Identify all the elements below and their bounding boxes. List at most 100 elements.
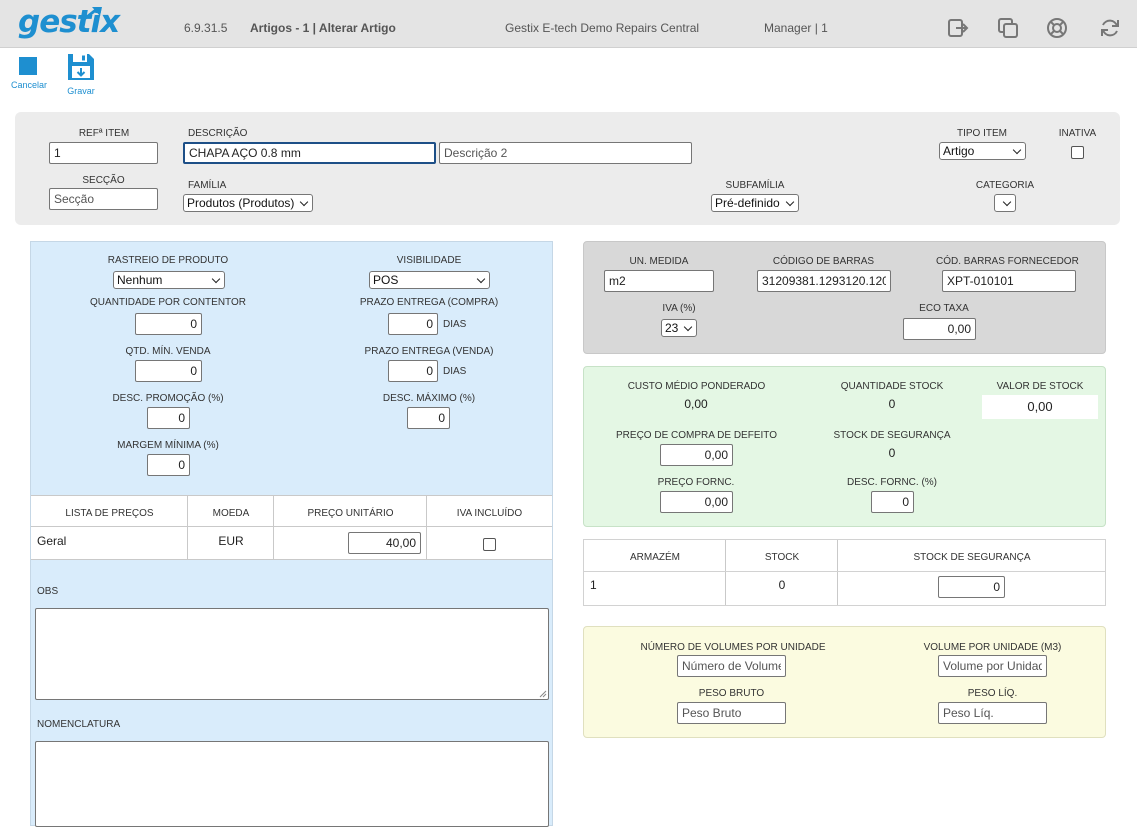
user-label[interactable]: Manager | 1 [764, 21, 828, 35]
help-lifebuoy-icon[interactable] [1046, 17, 1068, 39]
volume-weight-panel: NÚMERO DE VOLUMES POR UNIDADE VOLUME POR… [583, 626, 1106, 738]
visibility-label: VISIBILIDADE [396, 255, 462, 266]
item-type-select[interactable]: Artigo [939, 142, 1026, 160]
net-weight-label: PESO LÍQ. [967, 688, 1018, 699]
qty-container-input[interactable] [135, 313, 202, 335]
max-discount-label: DESC. MÁXIMO (%) [382, 393, 476, 404]
eco-tax-input[interactable] [903, 318, 976, 340]
eco-tax-label: ECO TAXA [919, 303, 969, 314]
category-label: CATEGORIA [975, 180, 1035, 191]
col-warehouse: ARMAZÉM [630, 552, 680, 563]
supplier-price-input[interactable] [660, 491, 733, 513]
safety-stock-label: STOCK DE SEGURANÇA [833, 430, 951, 441]
days-unit: DIAS [443, 319, 467, 330]
save-button[interactable]: Gravar [64, 54, 98, 96]
stock-qty-value: 0 [888, 397, 896, 411]
stock-qty-label: QUANTIDADE STOCK [840, 381, 944, 392]
net-weight-input[interactable] [938, 702, 1047, 724]
description-input[interactable] [183, 142, 436, 164]
supplier-discount-input[interactable] [871, 491, 914, 513]
description2-input[interactable] [439, 142, 692, 164]
volumes-label: NÚMERO DE VOLUMES POR UNIDADE [640, 642, 826, 653]
logout-icon[interactable] [947, 17, 969, 39]
ref-label: REFª ITEM [78, 128, 130, 139]
lead-time-sell-input[interactable] [388, 360, 438, 382]
item-header-form: REFª ITEM DESCRIÇÃO TIPO ITEM Artigo INA… [15, 112, 1120, 225]
barcode-input[interactable] [757, 270, 891, 292]
gross-weight-input[interactable] [677, 702, 786, 724]
promo-discount-input[interactable] [147, 407, 190, 429]
resize-handle-icon[interactable] [538, 689, 547, 698]
min-margin-label: MARGEM MÍNIMA (%) [117, 440, 219, 451]
section-input[interactable] [49, 188, 158, 210]
family-label: FAMÍLIA [188, 180, 227, 191]
warehouse-stock: 0 [778, 578, 786, 592]
product-settings-panel: RASTREIO DE PRODUTO Nenhum VISIBILIDADE … [30, 241, 553, 827]
inactive-checkbox[interactable] [1071, 146, 1084, 159]
section-label: SECÇÃO [82, 175, 125, 186]
col-safety-stock: STOCK DE SEGURANÇA [913, 552, 1031, 563]
save-label: Gravar [67, 86, 95, 96]
price-list-name: Geral [37, 534, 67, 548]
supplier-barcode-input[interactable] [942, 270, 1076, 292]
cancel-button[interactable]: Cancelar [11, 56, 47, 90]
tracking-select[interactable]: Nenhum [113, 271, 225, 289]
min-sale-label: QTD. MÍN. VENDA [125, 346, 211, 357]
lead-time-sell-label: PRAZO ENTREGA (VENDA) [364, 346, 494, 357]
obs-label: OBS [37, 586, 59, 597]
days-unit: DIAS [443, 366, 467, 377]
category-select[interactable] [994, 194, 1016, 212]
description-label: DESCRIÇÃO [188, 128, 248, 139]
refresh-icon[interactable] [1099, 17, 1121, 39]
nomenclature-label: NOMENCLATURA [37, 719, 121, 730]
ref-input[interactable] [49, 142, 158, 164]
supplier-discount-label: DESC. FORNC. (%) [847, 477, 937, 488]
volume-per-unit-input[interactable] [938, 655, 1047, 677]
action-toolbar: Cancelar Gravar [0, 54, 200, 108]
col-price-list: LISTA DE PREÇOS [65, 508, 154, 519]
lead-time-buy-input[interactable] [388, 313, 438, 335]
avg-cost-label: CUSTO MÉDIO PONDERADO [627, 381, 766, 392]
subfamily-select[interactable]: Pré-definido [711, 194, 799, 212]
vat-select[interactable]: 23 [661, 319, 697, 337]
obs-textarea[interactable] [35, 608, 549, 700]
col-unit-price: PREÇO UNITÁRIO [307, 508, 394, 519]
visibility-select[interactable]: POS [369, 271, 490, 289]
price-list-table: LISTA DE PREÇOS MOEDA PREÇO UNITÁRIO IVA… [31, 495, 552, 560]
min-margin-input[interactable] [147, 454, 190, 476]
col-stock: STOCK [764, 552, 800, 563]
tracking-label: RASTREIO DE PRODUTO [107, 255, 229, 266]
lead-time-buy-label: PRAZO ENTREGA (COMPRA) [359, 297, 499, 308]
vat-label: IVA (%) [662, 303, 696, 314]
warehouse-id: 1 [590, 578, 597, 592]
gross-weight-label: PESO BRUTO [698, 688, 765, 699]
stock-value-label: VALOR DE STOCK [996, 381, 1084, 392]
min-sale-input[interactable] [135, 360, 202, 382]
barcode-label: CÓDIGO DE BARRAS [772, 256, 875, 267]
unit-price-input[interactable] [348, 532, 421, 554]
new-window-icon[interactable] [997, 17, 1019, 39]
inactive-label: INATIVA [1058, 128, 1097, 139]
default-price-label: PREÇO DE COMPRA DE DEFEITO [616, 430, 777, 441]
price-currency: EUR [218, 534, 244, 548]
avg-cost-value: 0,00 [684, 397, 708, 411]
default-price-input[interactable] [660, 444, 733, 466]
volume-per-unit-label: VOLUME POR UNIDADE (m3) [923, 642, 1062, 653]
volumes-input[interactable] [677, 655, 786, 677]
logo[interactable]: gestix [18, 4, 120, 40]
stop-icon [19, 57, 37, 75]
vat-included-checkbox[interactable] [483, 538, 496, 551]
unit-label: UN. MEDIDA [629, 256, 689, 267]
logo-arrow-icon [82, 7, 102, 22]
family-select[interactable]: Produtos (Produtos) [183, 194, 313, 212]
unit-input[interactable] [604, 270, 714, 292]
top-bar: gestix 6.9.31.5 Artigos - 1 | Alterar Ar… [0, 0, 1137, 48]
warehouse-safety-input[interactable] [938, 576, 1005, 598]
max-discount-input[interactable] [407, 407, 450, 429]
page-title: Artigos - 1 | Alterar Artigo [250, 21, 396, 35]
stock-value-value: 0,00 [982, 395, 1098, 419]
subfamily-label: SUBFAMÍLIA [725, 180, 785, 191]
supplier-price-label: PREÇO FORNC. [657, 477, 735, 488]
nomenclature-textarea[interactable] [35, 741, 549, 827]
qty-container-label: QUANTIDADE POR CONTENTOR [90, 297, 246, 308]
